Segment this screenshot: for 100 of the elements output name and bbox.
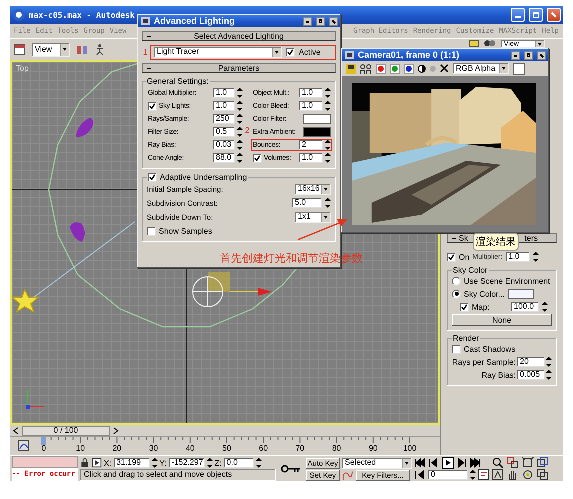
number-field[interactable]: 31.199 bbox=[114, 458, 150, 468]
tick-label: 0 bbox=[42, 444, 46, 453]
number-field[interactable]: 5.0 bbox=[292, 198, 322, 208]
play-icon[interactable] bbox=[442, 457, 454, 469]
curve-editor-icon[interactable] bbox=[18, 440, 30, 452]
number-field[interactable]: 1.0 bbox=[213, 101, 235, 111]
dropdown[interactable]: 1x1 bbox=[295, 212, 331, 222]
spinner-arrows[interactable] bbox=[152, 458, 158, 468]
window-icon[interactable] bbox=[14, 44, 26, 56]
previous-frame-icon[interactable] bbox=[428, 457, 440, 469]
time-config-icon[interactable] bbox=[478, 469, 490, 481]
contrast-icon[interactable] bbox=[418, 64, 426, 72]
checkbox-label: On bbox=[459, 252, 470, 262]
dropdown[interactable]: RGB Alpha bbox=[453, 63, 509, 74]
go-to-start-icon[interactable] bbox=[414, 457, 426, 469]
lock-icon[interactable] bbox=[80, 458, 90, 468]
select-icon[interactable] bbox=[92, 458, 102, 468]
maximize-button[interactable] bbox=[524, 50, 533, 60]
listener-field[interactable] bbox=[12, 456, 78, 468]
color-swatch[interactable] bbox=[513, 62, 525, 74]
go-to-end-icon[interactable] bbox=[470, 457, 482, 469]
next-frame-icon[interactable] bbox=[456, 457, 468, 469]
dropdown[interactable]: Selected bbox=[342, 458, 412, 468]
field-of-view-icon[interactable] bbox=[492, 469, 504, 481]
time-slider-thumb[interactable]: 0 / 100 bbox=[22, 426, 110, 436]
search-icon[interactable] bbox=[492, 457, 504, 469]
tangent-icon[interactable] bbox=[342, 470, 354, 480]
checkbox-label: Active bbox=[299, 48, 321, 56]
checkbox[interactable] bbox=[452, 344, 461, 354]
figure-icon[interactable] bbox=[94, 44, 106, 56]
toolbar-icon[interactable] bbox=[469, 40, 479, 47]
number-field[interactable]: 88.0 bbox=[213, 153, 235, 163]
minus-icon bbox=[147, 36, 151, 37]
checkbox[interactable] bbox=[253, 154, 262, 162]
number-field[interactable]: 1.0 bbox=[299, 153, 323, 163]
close-button[interactable] bbox=[537, 50, 546, 60]
number-field[interactable]: 0.5 bbox=[213, 127, 235, 137]
tick-label: 10 bbox=[76, 444, 86, 453]
number-field[interactable]: 1.0 bbox=[299, 88, 323, 98]
spinner-arrows[interactable] bbox=[256, 458, 262, 468]
number-field[interactable]: 1.0 bbox=[213, 88, 235, 98]
checkbox[interactable] bbox=[447, 252, 456, 262]
save-icon[interactable] bbox=[346, 64, 356, 74]
field-label: Rays per Sample: bbox=[452, 358, 516, 366]
maximize-viewport-icon[interactable] bbox=[537, 469, 549, 481]
number-field[interactable]: -152.297 bbox=[168, 458, 205, 468]
radio-button[interactable] bbox=[452, 276, 461, 286]
time-marker[interactable] bbox=[41, 437, 46, 445]
minus-icon bbox=[452, 238, 456, 239]
number-field[interactable]: 20 bbox=[517, 357, 545, 367]
key-mode-icon[interactable] bbox=[414, 469, 426, 481]
spinner-arrows[interactable] bbox=[206, 458, 213, 468]
spinner-arrows[interactable] bbox=[532, 252, 539, 262]
dropdown[interactable]: 16x16 bbox=[295, 184, 331, 194]
close-button[interactable] bbox=[329, 16, 338, 26]
number-field[interactable]: 1.0 bbox=[506, 252, 530, 262]
zoom-extents-icon[interactable] bbox=[522, 457, 534, 469]
spinner-arrows[interactable] bbox=[325, 198, 331, 208]
rollout-title: Select Advanced Lighting bbox=[194, 32, 284, 40]
orbit-icon[interactable] bbox=[522, 469, 534, 481]
spinner-arrows[interactable] bbox=[542, 302, 548, 312]
zoom-all-icon[interactable] bbox=[507, 457, 519, 469]
close-icon[interactable] bbox=[440, 64, 449, 73]
number-field[interactable]: 1.0 bbox=[299, 101, 323, 111]
minimize-button[interactable] bbox=[511, 50, 520, 60]
maximize-button[interactable] bbox=[316, 16, 325, 26]
key-icon[interactable] bbox=[281, 464, 301, 474]
number-field[interactable]: 250 bbox=[213, 114, 235, 124]
radio-button[interactable] bbox=[452, 290, 461, 298]
rollout-header[interactable]: Select Advanced Lighting bbox=[142, 31, 336, 41]
tick-label: 80 bbox=[332, 444, 342, 453]
color-swatch[interactable] bbox=[303, 114, 331, 124]
checkbox[interactable] bbox=[460, 302, 469, 312]
dropdown[interactable]: Light Tracer bbox=[154, 46, 282, 58]
channel-button[interactable] bbox=[404, 64, 414, 74]
clone-icon[interactable] bbox=[360, 64, 372, 74]
checkbox[interactable] bbox=[286, 48, 295, 56]
mirror-icon[interactable] bbox=[76, 44, 88, 56]
channel-button[interactable] bbox=[376, 64, 386, 74]
dropdown[interactable]: View bbox=[32, 42, 70, 56]
color-swatch[interactable] bbox=[508, 289, 534, 299]
number-field[interactable]: 0.005 bbox=[517, 370, 545, 380]
zoom-extents-all-icon[interactable] bbox=[537, 457, 549, 469]
number-field[interactable]: 2 bbox=[299, 140, 323, 150]
spheres-icon[interactable] bbox=[484, 40, 496, 47]
checkbox[interactable] bbox=[148, 102, 157, 110]
color-swatch[interactable] bbox=[303, 127, 331, 137]
number-field[interactable]: 0.03 bbox=[213, 140, 235, 150]
number-field[interactable]: 0 bbox=[428, 470, 468, 480]
minimize-button[interactable] bbox=[303, 16, 312, 26]
map-button[interactable]: None bbox=[452, 314, 552, 326]
light-object-icon bbox=[76, 118, 94, 138]
rollout-header[interactable]: Parameters bbox=[142, 63, 336, 73]
hand-icon[interactable] bbox=[507, 469, 519, 481]
checkbox[interactable] bbox=[147, 226, 156, 236]
window-title: max-c05.max - Autodesk bbox=[29, 10, 135, 20]
number-field[interactable]: 0.0 bbox=[224, 458, 254, 468]
spinner-arrows[interactable] bbox=[470, 470, 476, 480]
checkbox[interactable] bbox=[148, 173, 157, 182]
number-field[interactable]: 100.0 bbox=[511, 302, 539, 312]
